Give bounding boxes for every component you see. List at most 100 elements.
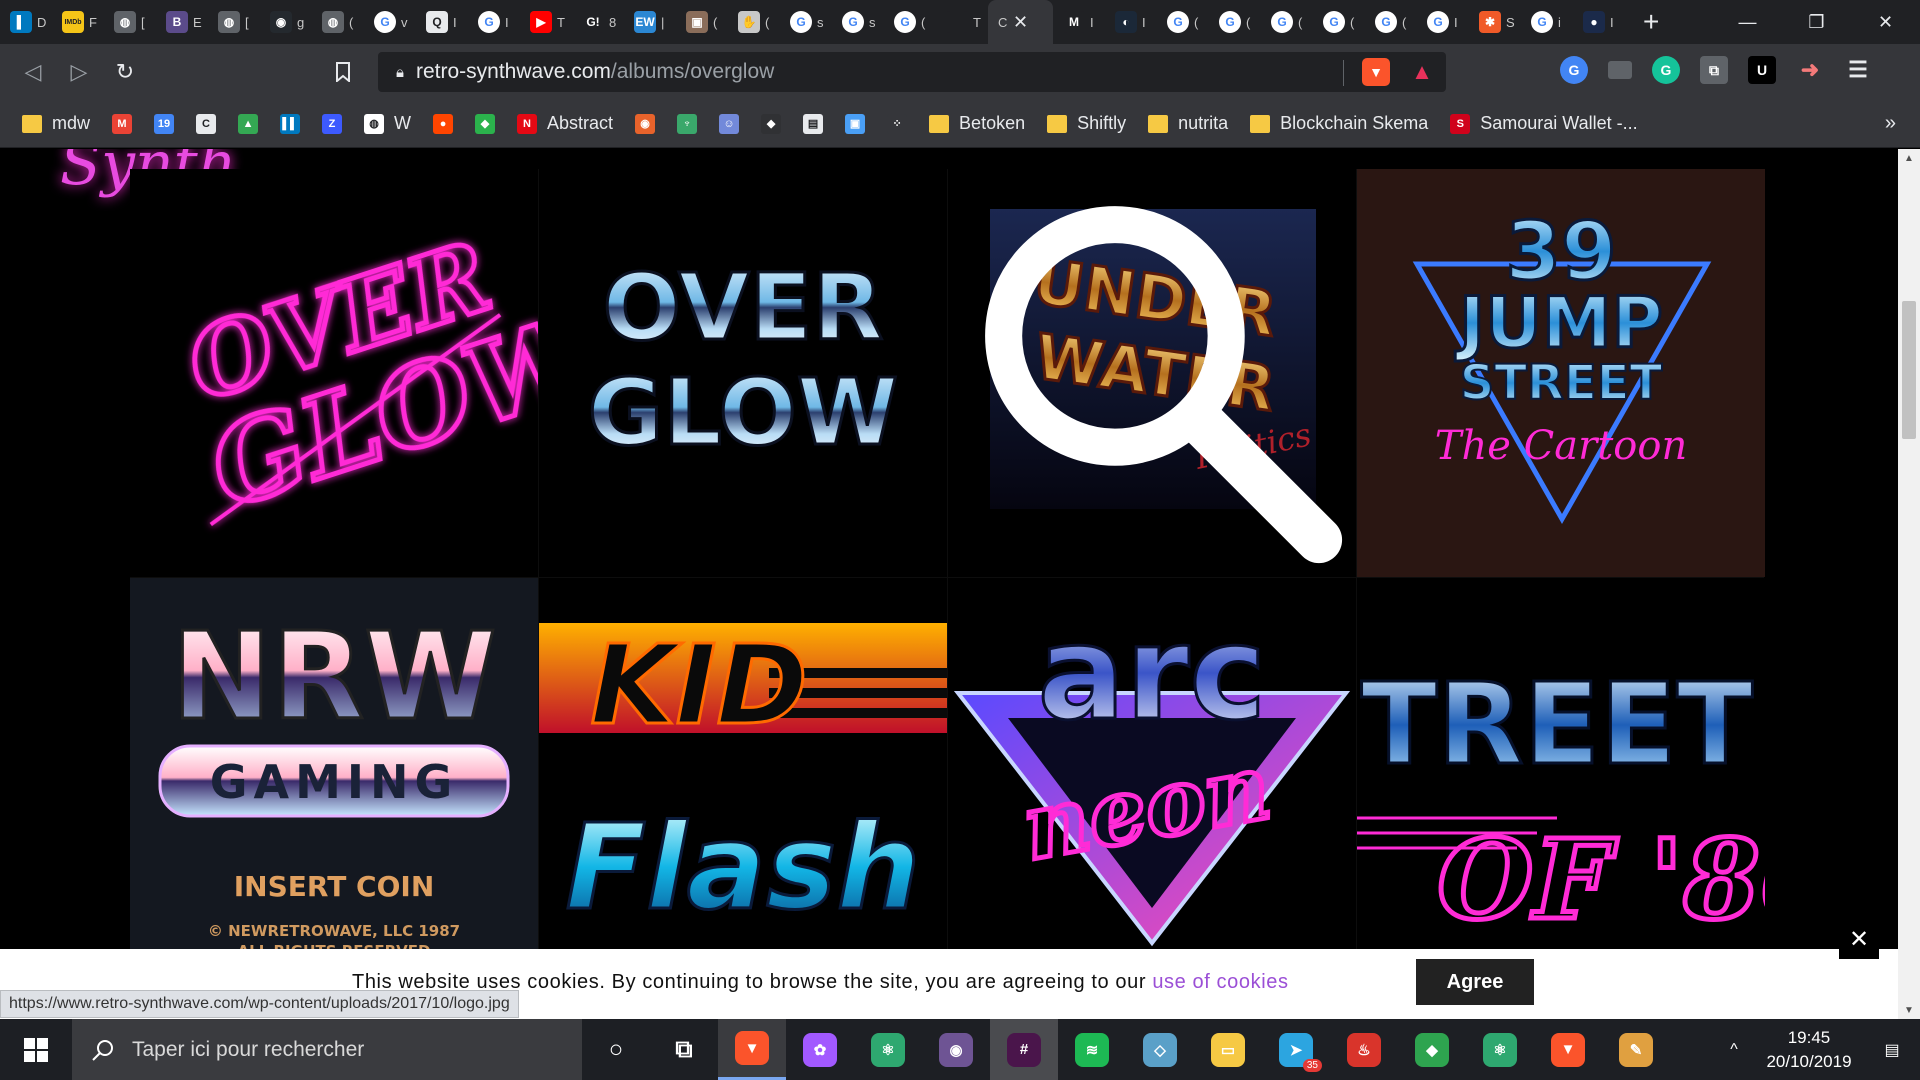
taskbar-app[interactable]: ▼: [718, 1019, 786, 1080]
bookmark-item[interactable]: ♆: [677, 113, 698, 134]
bookmark-item[interactable]: C: [196, 113, 217, 134]
album-tile-39-jump-street[interactable]: 39 JUMP STREET The Cartoon: [1357, 169, 1765, 577]
bookmark-item[interactable]: ◆: [761, 113, 782, 134]
browser-tab[interactable]: G(: [1209, 0, 1261, 44]
bookmark-item[interactable]: ▤: [803, 113, 824, 134]
taskbar-app[interactable]: ✎: [1602, 1019, 1670, 1080]
album-tile-kid-flash[interactable]: KID Flash: [539, 578, 947, 949]
share-extension-icon[interactable]: ➜: [1796, 56, 1824, 84]
browser-tab[interactable]: Gs: [780, 0, 832, 44]
browser-tab[interactable]: Gs: [832, 0, 884, 44]
browser-tab[interactable]: ◐ I: [1105, 0, 1157, 44]
taskbar-app[interactable]: ♨: [1330, 1019, 1398, 1080]
browser-tab[interactable]: ▣(: [676, 0, 728, 44]
taskbar-app[interactable]: ⚛: [1466, 1019, 1534, 1080]
taskbar-app[interactable]: ◉: [922, 1019, 990, 1080]
browser-tab[interactable]: ✋(: [728, 0, 780, 44]
keyboard-extension-icon[interactable]: [1608, 61, 1632, 79]
taskbar-app[interactable]: ➤ 35: [1262, 1019, 1330, 1080]
close-tab-icon[interactable]: ✕: [1013, 12, 1028, 33]
bookmark-item[interactable]: ☺: [719, 113, 740, 134]
browser-tab[interactable]: EW |: [624, 0, 676, 44]
taskbar-app[interactable]: ⚛: [854, 1019, 922, 1080]
forward-button[interactable]: ▷: [56, 52, 102, 92]
copy-extension-icon[interactable]: ⧉: [1700, 56, 1728, 84]
grammarly-extension-icon[interactable]: G: [1652, 56, 1680, 84]
bookmark-item[interactable]: Z: [322, 113, 343, 134]
bookmark-item[interactable]: ▣: [845, 113, 866, 134]
browser-tab[interactable]: G(: [1365, 0, 1417, 44]
browser-tab[interactable]: ● I: [1573, 0, 1625, 44]
bookmark-item[interactable]: nutrita: [1148, 113, 1228, 134]
ublock-extension-icon[interactable]: U: [1748, 56, 1776, 84]
taskbar-app[interactable]: ○: [582, 1019, 650, 1080]
browser-tab[interactable]: ◍[: [104, 0, 156, 44]
taskbar-app[interactable]: ≋: [1058, 1019, 1126, 1080]
taskbar-app[interactable]: ◇: [1126, 1019, 1194, 1080]
address-bar[interactable]: 🔒︎ retro-synthwave.com/albums/overglow ▼…: [378, 52, 1446, 92]
bookmark-item[interactable]: S Samourai Wallet -...: [1450, 113, 1638, 134]
browser-tab[interactable]: BE: [156, 0, 208, 44]
album-tile-street-of-86[interactable]: TREET OF '86: [1357, 578, 1765, 949]
bookmark-item[interactable]: Blockchain Skema: [1250, 113, 1428, 134]
taskbar-app[interactable]: #: [990, 1019, 1058, 1080]
browser-tab[interactable]: ◍[: [208, 0, 260, 44]
agree-button[interactable]: Agree: [1416, 959, 1534, 1005]
bookmark-item[interactable]: Betoken: [929, 113, 1025, 134]
taskbar-app[interactable]: ⧉: [650, 1019, 718, 1080]
bookmark-item[interactable]: ▲: [238, 113, 259, 134]
browser-tab[interactable]: ✱ S: [1469, 0, 1521, 44]
restore-button[interactable]: ❐: [1782, 0, 1851, 44]
tray-chevron-icon[interactable]: ^: [1714, 1041, 1754, 1059]
scroll-down-arrow-icon[interactable]: ▼: [1898, 1001, 1920, 1019]
bookmarks-overflow-button[interactable]: »: [1885, 112, 1896, 135]
vertical-scrollbar[interactable]: ▲ ▼: [1898, 149, 1920, 1019]
start-button[interactable]: [0, 1019, 72, 1080]
bookmark-item[interactable]: mdw: [22, 113, 90, 134]
cookie-close-button[interactable]: ✕: [1839, 919, 1879, 959]
back-button[interactable]: ◁: [10, 52, 56, 92]
browser-tab[interactable]: ◍(: [312, 0, 364, 44]
brave-shield-icon[interactable]: ▼: [1362, 58, 1390, 86]
menu-icon[interactable]: ☰: [1844, 56, 1872, 84]
browser-tab[interactable]: T: [936, 0, 988, 44]
browser-tab[interactable]: ◉ g: [260, 0, 312, 44]
scrollbar-thumb[interactable]: [1902, 301, 1916, 439]
active-tab[interactable]: C ✕: [988, 0, 1053, 44]
brave-rewards-icon[interactable]: ▲: [1408, 58, 1436, 86]
close-window-button[interactable]: ✕: [1851, 0, 1920, 44]
bookmark-item[interactable]: ◆: [475, 113, 496, 134]
taskbar-app[interactable]: ◆: [1398, 1019, 1466, 1080]
bookmark-item[interactable]: ◍ W: [364, 113, 411, 134]
album-tile-arc-neon[interactable]: arc neon: [948, 578, 1356, 949]
album-tile-nrw-gaming[interactable]: NRW GAMING INSERT COIN © NEWRETROWAVE, L…: [130, 578, 538, 949]
browser-tab[interactable]: IMDb F: [52, 0, 104, 44]
browser-tab[interactable]: GI: [1417, 0, 1469, 44]
browser-tab[interactable]: G(: [1261, 0, 1313, 44]
bookmark-item[interactable]: 19: [154, 113, 175, 134]
scroll-up-arrow-icon[interactable]: ▲: [1898, 149, 1920, 167]
bookmark-item[interactable]: N Abstract: [517, 113, 613, 134]
minimize-button[interactable]: —: [1713, 0, 1782, 44]
taskbar-app[interactable]: ▭: [1194, 1019, 1262, 1080]
bookmark-item[interactable]: ⁘: [887, 113, 908, 134]
bookmark-item[interactable]: M: [112, 113, 133, 134]
bookmark-item[interactable]: ▌▌: [280, 113, 301, 134]
browser-tab[interactable]: G(: [1313, 0, 1365, 44]
taskbar-app[interactable]: ✿: [786, 1019, 854, 1080]
browser-tab[interactable]: Gi: [1521, 0, 1573, 44]
bookmark-button[interactable]: [320, 52, 366, 92]
taskbar-app[interactable]: ▼: [1534, 1019, 1602, 1080]
cookie-policy-link[interactable]: use of cookies: [1152, 971, 1288, 993]
browser-tab[interactable]: ▌ D: [0, 0, 52, 44]
bookmark-item[interactable]: ●: [433, 113, 454, 134]
browser-tab[interactable]: G(: [1157, 0, 1209, 44]
browser-tab[interactable]: MI: [1053, 0, 1105, 44]
album-tile-underwater[interactable]: UNDER WATER Politics: [948, 169, 1356, 577]
browser-tab[interactable]: G(: [884, 0, 936, 44]
bookmark-item[interactable]: Shiftly: [1047, 113, 1126, 134]
browser-tab[interactable]: G! 8: [572, 0, 624, 44]
bookmark-item[interactable]: ◉: [635, 113, 656, 134]
browser-tab[interactable]: GI: [468, 0, 520, 44]
taskbar-search[interactable]: Taper ici pour rechercher: [72, 1019, 582, 1080]
